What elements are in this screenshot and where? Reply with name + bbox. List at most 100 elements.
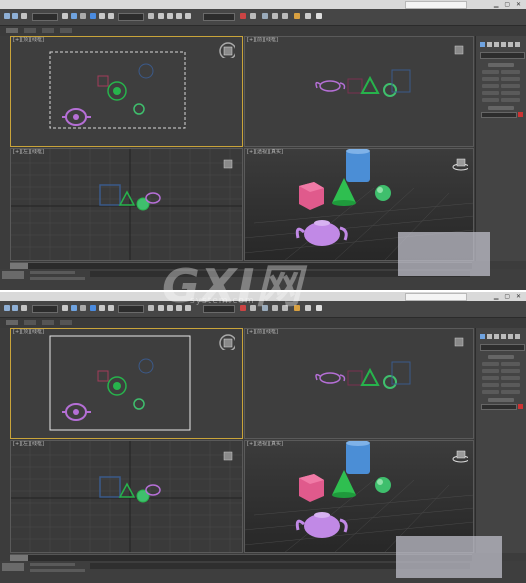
render-icon[interactable] [316, 13, 322, 19]
torus-button[interactable] [482, 383, 499, 387]
cylinder-front-view[interactable] [391, 361, 411, 385]
tab-modeling[interactable] [6, 28, 18, 33]
reference-coord-dropdown[interactable] [118, 305, 144, 313]
tab-selection[interactable] [42, 28, 54, 33]
render-setup-icon[interactable] [305, 305, 311, 311]
display-tab-icon[interactable] [508, 42, 513, 47]
search-field[interactable] [405, 293, 467, 301]
selection-filter-dropdown[interactable] [32, 305, 58, 313]
cylinder-top-view[interactable] [138, 63, 154, 79]
viewport-left[interactable]: [+][左][线框] [10, 440, 243, 553]
material-editor-icon[interactable] [294, 13, 300, 19]
cylinder-front-view[interactable] [391, 69, 411, 93]
sphere-button[interactable] [482, 77, 499, 81]
sphere-front-view[interactable] [383, 83, 397, 97]
box-front-view[interactable] [347, 370, 363, 386]
tube-button[interactable] [501, 376, 520, 380]
align-icon[interactable] [250, 13, 256, 19]
viewcube-front[interactable] [452, 43, 468, 59]
object-name-field[interactable] [481, 404, 517, 410]
tab-object-paint[interactable] [60, 28, 72, 33]
cylinder-3d[interactable] [346, 150, 370, 182]
scale-icon[interactable] [108, 13, 114, 19]
teapot-button[interactable] [482, 390, 499, 394]
sphere-3d[interactable] [375, 477, 391, 493]
viewcube-front[interactable] [452, 335, 468, 351]
viewcube-left[interactable] [221, 157, 237, 173]
viewcube-top[interactable] [219, 334, 235, 350]
cone-left-view[interactable] [118, 190, 136, 206]
object-name-field[interactable] [481, 112, 517, 118]
sphere-button[interactable] [482, 369, 499, 373]
angle-snap-icon[interactable] [167, 13, 173, 19]
undo-icon[interactable] [4, 305, 10, 311]
motion-tab-icon[interactable] [501, 42, 506, 47]
viewcube-perspective[interactable] [452, 157, 468, 173]
teapot-left-view[interactable] [145, 484, 161, 496]
window-controls[interactable]: ▁ ▢ ✕ [494, 1, 523, 8]
link-icon[interactable] [21, 13, 27, 19]
select-by-name-icon[interactable] [71, 13, 77, 19]
utilities-tab-icon[interactable] [515, 334, 520, 339]
viewport-top[interactable]: [+][顶][线框] [10, 328, 243, 439]
tab-freeform[interactable] [24, 28, 36, 33]
sphere-3d[interactable] [375, 185, 391, 201]
reference-coord-dropdown[interactable] [118, 13, 144, 21]
tab-modeling[interactable] [6, 320, 18, 325]
window-controls[interactable]: ▁ ▢ ✕ [494, 293, 523, 300]
box-top-view[interactable] [97, 75, 109, 87]
modify-tab-icon[interactable] [487, 334, 492, 339]
object-type-dropdown[interactable] [480, 52, 525, 59]
schematic-icon[interactable] [282, 13, 288, 19]
viewport-left[interactable]: [+][左][线框] [10, 148, 243, 261]
rect-selection-icon[interactable] [80, 13, 86, 19]
redo-icon[interactable] [12, 13, 18, 19]
cone-button[interactable] [501, 362, 520, 366]
create-tab-icon[interactable] [480, 42, 485, 47]
maxscript-listener[interactable] [2, 563, 24, 571]
tab-object-paint[interactable] [60, 320, 72, 325]
sphere-top-view[interactable] [133, 398, 145, 410]
cylinder-3d[interactable] [346, 442, 370, 474]
teapot-button[interactable] [482, 98, 499, 102]
selection-filter-dropdown[interactable] [32, 13, 58, 21]
modify-tab-icon[interactable] [487, 42, 492, 47]
cylinder-top-view[interactable] [138, 358, 154, 374]
display-tab-icon[interactable] [508, 334, 513, 339]
pivot-icon[interactable] [148, 13, 154, 19]
cylinder-button[interactable] [482, 84, 499, 88]
rect-selection-icon[interactable] [80, 305, 86, 311]
select-object-icon[interactable] [62, 13, 68, 19]
viewport-top[interactable]: [+][顶][线框] [10, 36, 243, 147]
rotate-icon[interactable] [99, 305, 105, 311]
scale-icon[interactable] [108, 305, 114, 311]
named-selection-dropdown[interactable] [203, 13, 235, 21]
plane-button[interactable] [501, 98, 520, 102]
box-button[interactable] [482, 70, 499, 74]
tab-selection[interactable] [42, 320, 54, 325]
move-icon[interactable] [90, 13, 96, 19]
redo-icon[interactable] [12, 305, 18, 311]
snap-icon[interactable] [158, 13, 164, 19]
plane-button[interactable] [501, 390, 520, 394]
object-type-dropdown[interactable] [480, 344, 525, 351]
render-icon[interactable] [316, 305, 322, 311]
geosphere-button[interactable] [501, 369, 520, 373]
layer-icon[interactable] [262, 13, 268, 19]
object-color-swatch[interactable] [518, 404, 523, 409]
link-icon[interactable] [21, 305, 27, 311]
select-object-icon[interactable] [62, 305, 68, 311]
teapot-left-view[interactable] [145, 192, 161, 204]
viewcube-left[interactable] [221, 449, 237, 465]
torus-button[interactable] [482, 91, 499, 95]
select-by-name-icon[interactable] [71, 305, 77, 311]
rotate-icon[interactable] [99, 13, 105, 19]
spinner-snap-icon[interactable] [185, 13, 191, 19]
render-setup-icon[interactable] [305, 13, 311, 19]
curve-editor-icon[interactable] [272, 13, 278, 19]
box-front-view[interactable] [347, 78, 363, 94]
teapot-front-view[interactable] [319, 372, 341, 384]
viewcube-top[interactable] [219, 42, 235, 58]
cone-front-view[interactable] [360, 75, 380, 94]
pivot-icon[interactable] [148, 305, 154, 311]
